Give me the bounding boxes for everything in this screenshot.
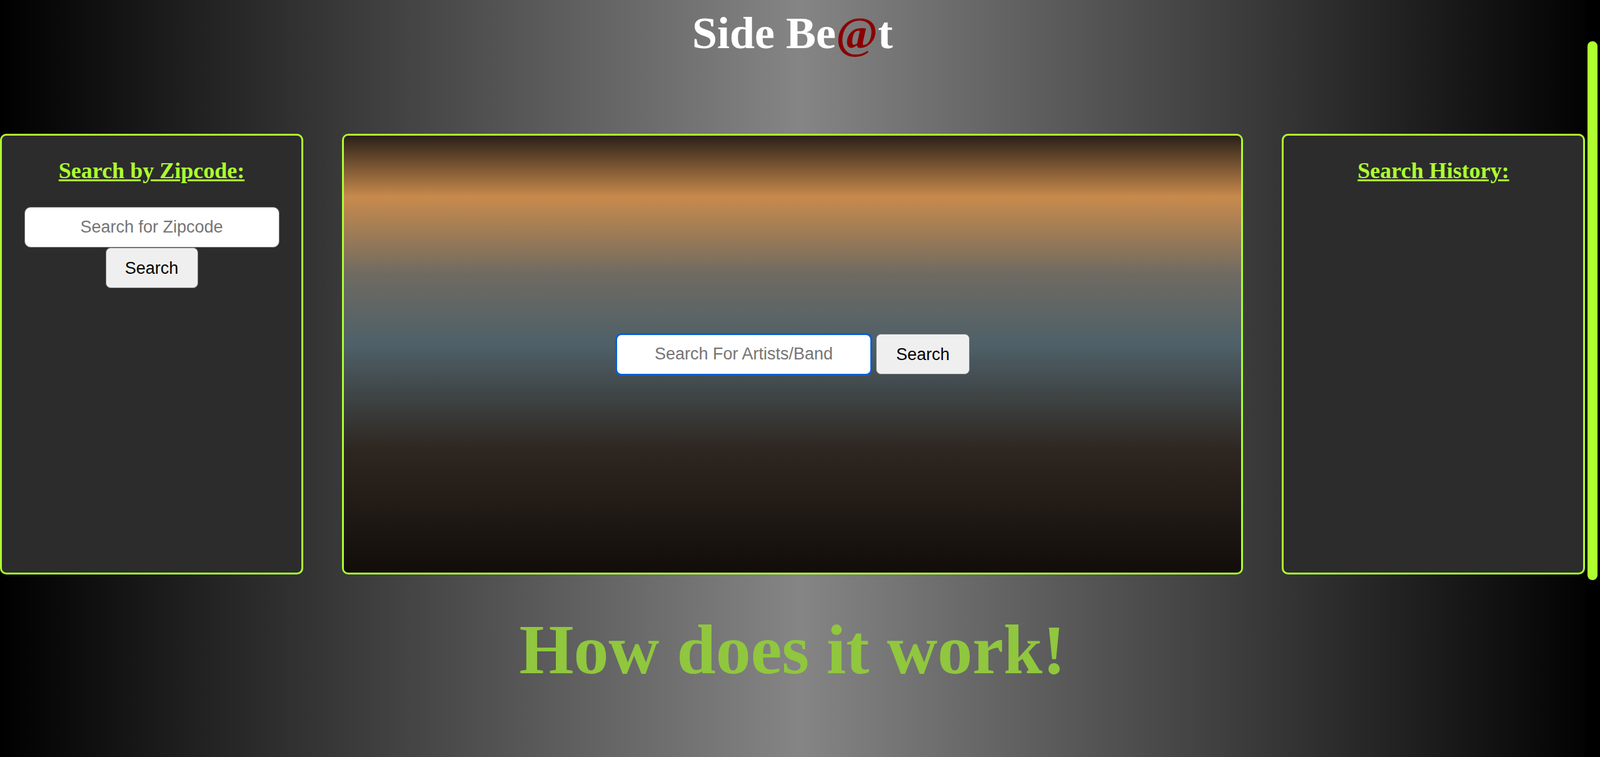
main-content: Side Be@tSearch by Zipcode:SearchSearchS… xyxy=(0,0,1585,757)
zipcode-search-button[interactable]: Search xyxy=(105,247,199,289)
title-accent: @ xyxy=(835,8,878,59)
artist-search-input[interactable] xyxy=(615,333,873,376)
concert-photo: Search xyxy=(343,135,1242,573)
scrollbar-thumb[interactable] xyxy=(1587,41,1598,581)
zipcode-panel: Search by Zipcode: Search xyxy=(0,133,304,575)
hero-panel: Search xyxy=(342,133,1243,575)
artist-search-button[interactable]: Search xyxy=(875,333,970,375)
how-heading: How does it work! xyxy=(518,607,1066,692)
page: Side Be@tSearch by Zipcode:SearchSearchS… xyxy=(0,0,1600,757)
zipcode-input[interactable] xyxy=(24,206,280,248)
panels-row: Search by Zipcode: Search Search Search His… xyxy=(0,133,1585,575)
history-heading: Search History: xyxy=(1357,156,1509,185)
site-title: Side Be@t xyxy=(692,6,893,61)
zipcode-heading: Search by Zipcode: xyxy=(58,156,245,185)
scrollbar xyxy=(1584,0,1600,757)
history-panel: Search History: xyxy=(1281,133,1585,575)
